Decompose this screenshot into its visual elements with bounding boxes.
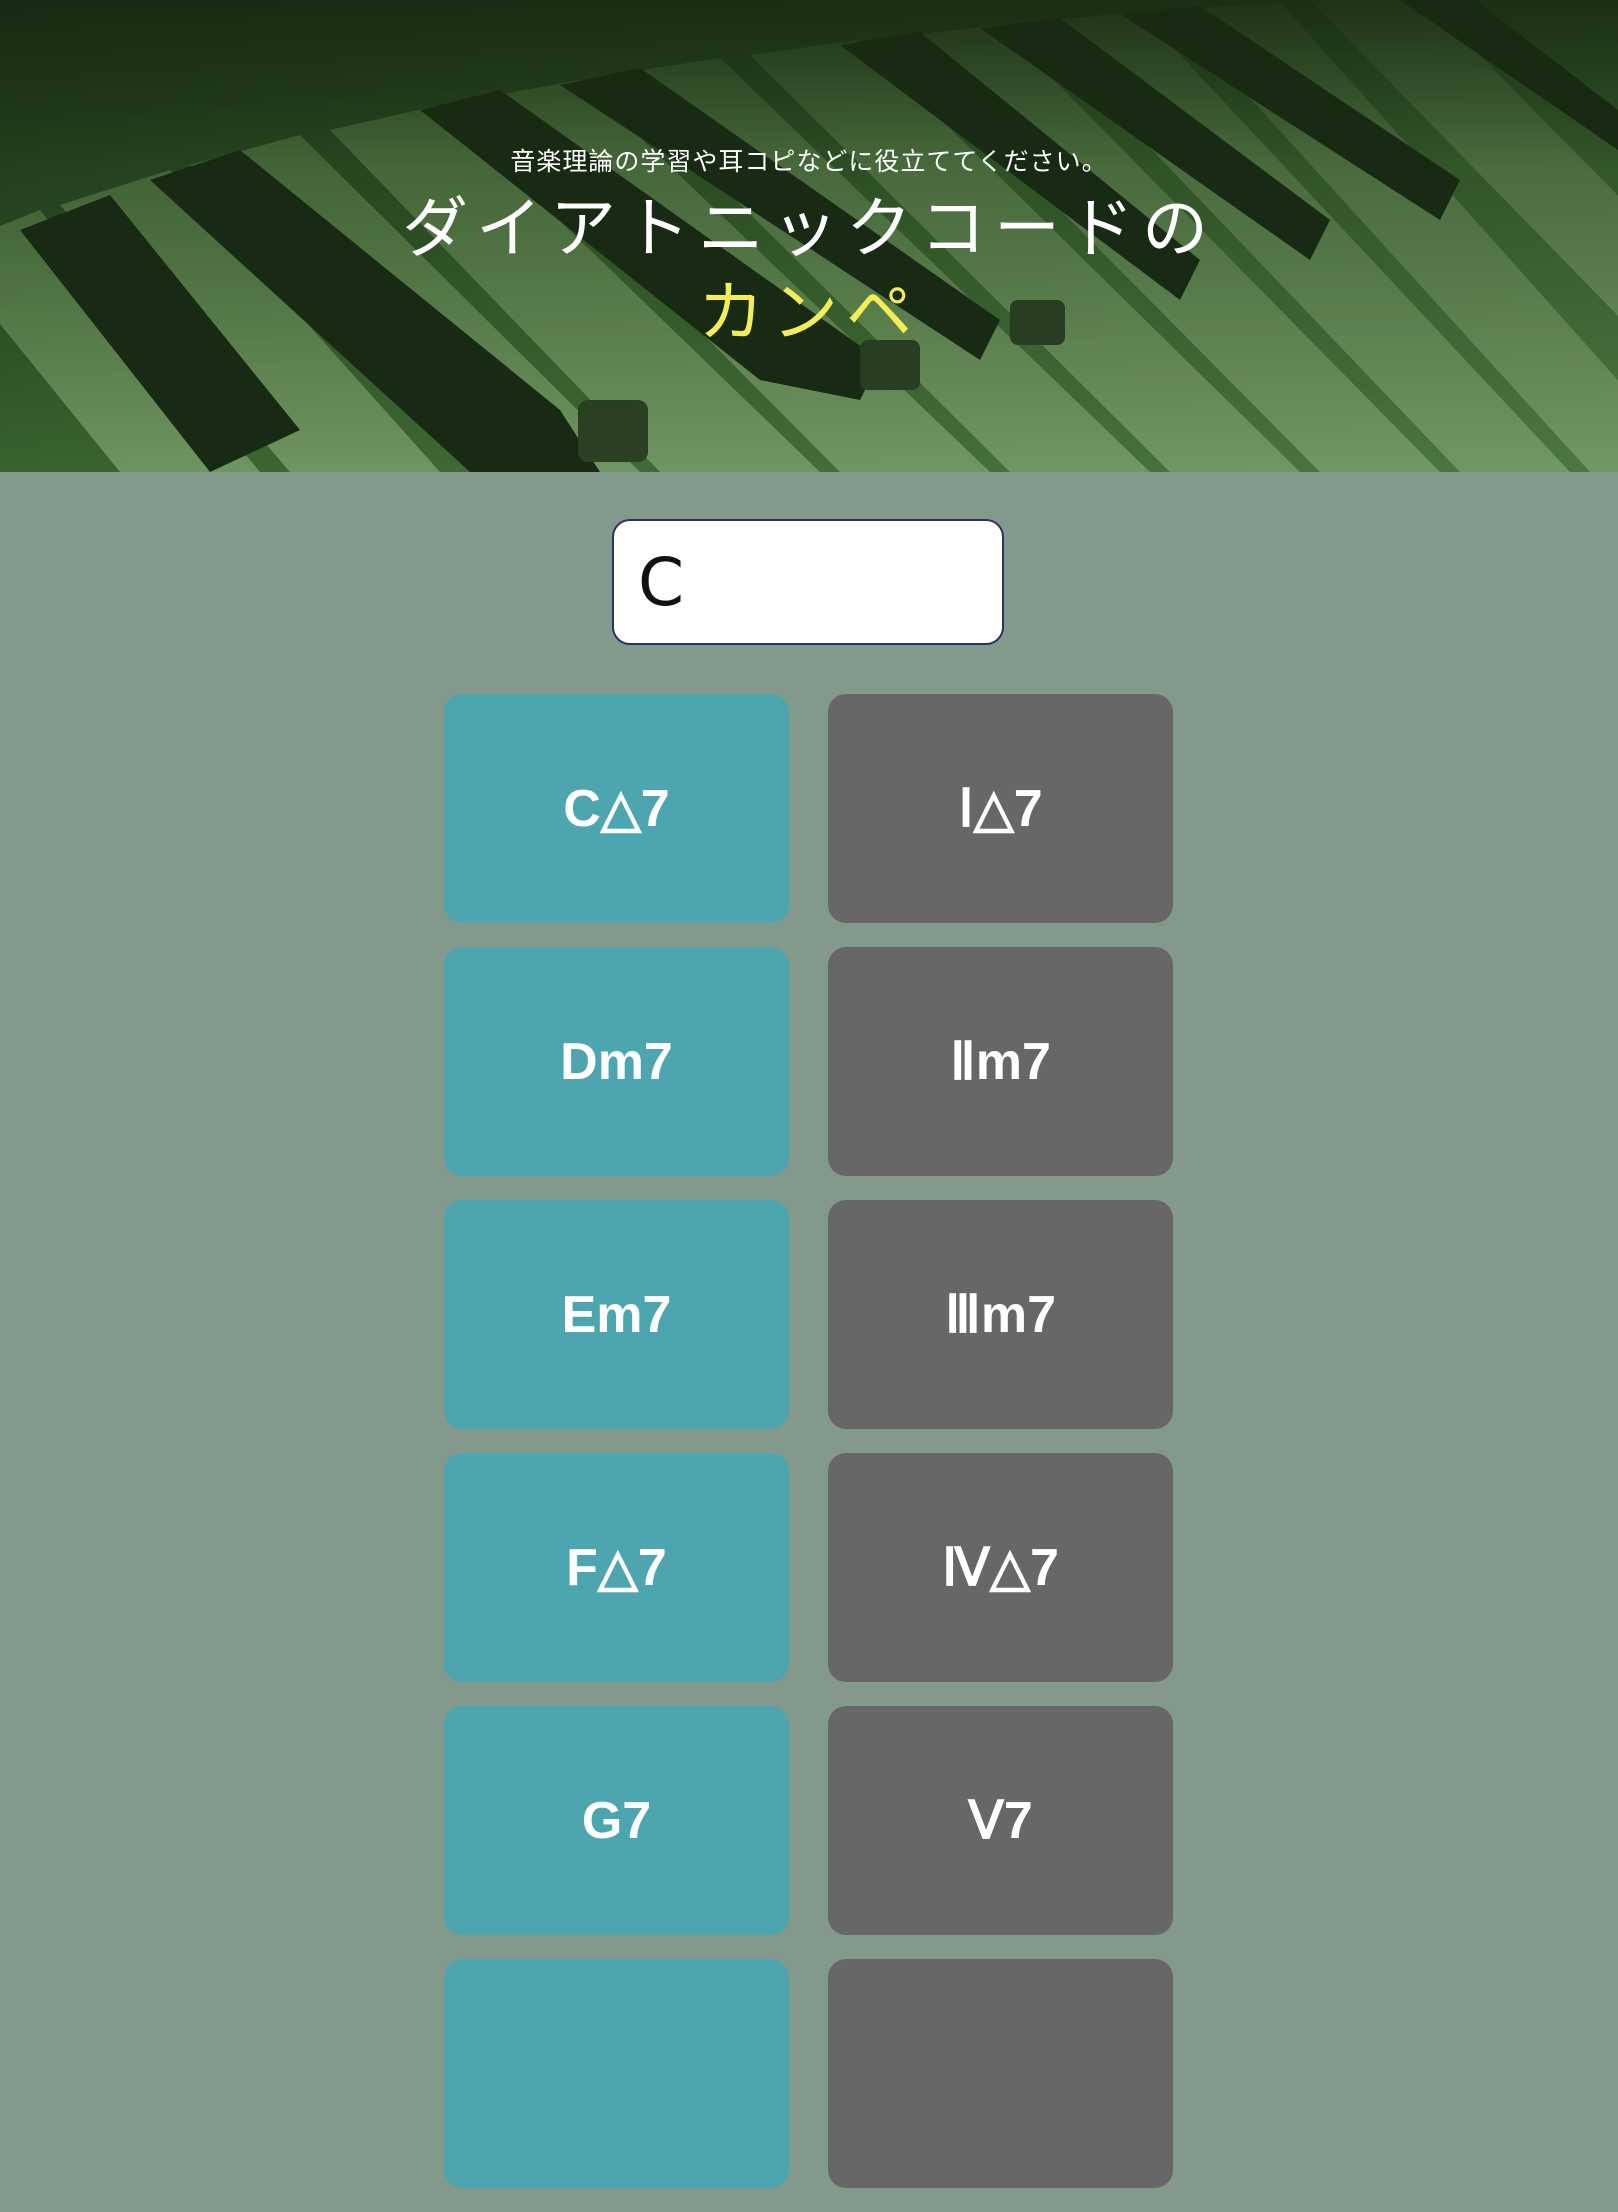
hero-subtitle: 音楽理論の学習や耳コピなどに役立ててください。 (510, 147, 1108, 176)
hero-banner: 音楽理論の学習や耳コピなどに役立ててください。 ダイアトニックコードの カンペ (0, 0, 1618, 472)
chord-name-card[interactable]: Em7 (444, 1200, 789, 1429)
hero-title: ダイアトニックコードの (402, 190, 1216, 267)
chord-row (444, 1959, 1174, 2188)
hero-title-accent: カンペ (698, 274, 920, 351)
chord-name-card[interactable]: G7 (444, 1706, 789, 1935)
chord-row: C△7 Ⅰ△7 (444, 694, 1174, 923)
chord-degree-card[interactable]: Ⅲm7 (828, 1200, 1173, 1429)
chord-row: F△7 Ⅳ△7 (444, 1453, 1174, 1682)
chord-degree-card[interactable]: Ⅳ△7 (828, 1453, 1173, 1682)
hero-text: 音楽理論の学習や耳コピなどに役立ててください。 ダイアトニックコードの カンペ (0, 0, 1618, 472)
chord-row: Em7 Ⅲm7 (444, 1200, 1174, 1429)
chord-degree-card[interactable]: Ⅰ△7 (828, 694, 1173, 923)
chord-row: Dm7 Ⅱm7 (444, 947, 1174, 1176)
chord-degree-card[interactable]: Ⅱm7 (828, 947, 1173, 1176)
chord-name-card[interactable]: C△7 (444, 694, 789, 923)
chord-name-card[interactable]: Dm7 (444, 947, 789, 1176)
chord-name-card[interactable]: F△7 (444, 1453, 789, 1682)
chord-row: G7 Ⅴ7 (444, 1706, 1174, 1935)
chord-name-card[interactable] (444, 1959, 789, 2188)
chord-grid: C△7 Ⅰ△7 Dm7 Ⅱm7 Em7 Ⅲm7 F△7 Ⅳ△7 G7 Ⅴ7 (444, 694, 1174, 2212)
key-input[interactable] (612, 519, 1004, 645)
chord-degree-card[interactable]: Ⅴ7 (828, 1706, 1173, 1935)
chord-degree-card[interactable] (828, 1959, 1173, 2188)
